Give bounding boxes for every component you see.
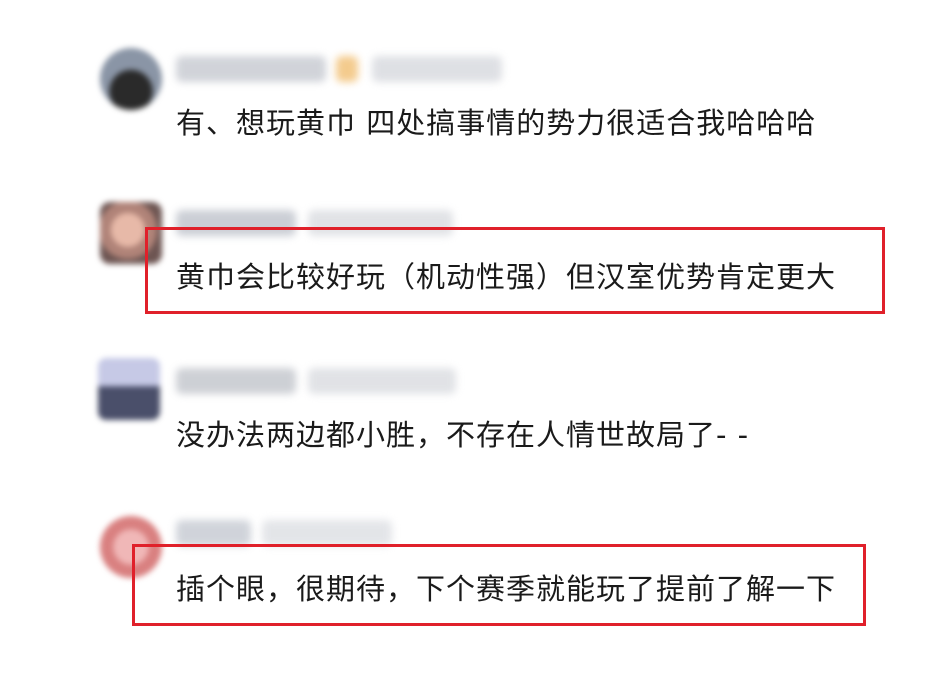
comment-text: 插个眼，很期待，下个赛季就能玩了提前了解一下 [176,572,837,606]
comment-text: 黄巾会比较好玩（机动性强）但汉室优势肯定更大 [176,260,837,294]
comment-text: 没办法两边都小胜，不存在人情世故局了- - [176,418,750,452]
user-avatar[interactable] [98,358,160,420]
comment-text: 有、想玩黄巾 四处搞事情的势力很适合我哈哈哈 [176,106,817,140]
user-avatar[interactable] [100,48,162,110]
